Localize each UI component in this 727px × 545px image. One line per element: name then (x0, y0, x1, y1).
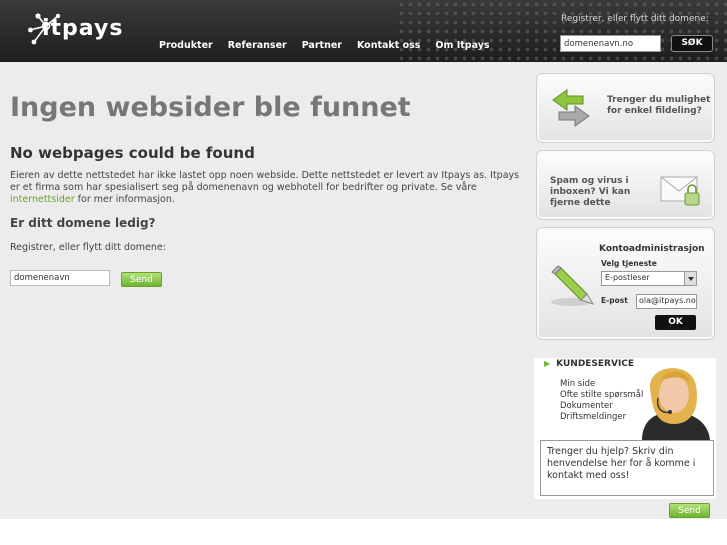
main-nav: Produkter Referanser Partner Kontakt oss… (159, 40, 490, 51)
nav-kontakt-oss[interactable]: Kontakt oss (357, 40, 420, 51)
envelope-lock-icon (660, 176, 700, 206)
chevron-down-icon[interactable] (684, 272, 696, 285)
page-title: Ingen websider ble funnet (10, 92, 411, 123)
fildeling-text: Trenger du mulighet for enkel fildeling? (607, 95, 711, 116)
account-admin-title: Kontoadministrasjon (599, 244, 705, 254)
header-search-button[interactable]: SØK (671, 35, 713, 52)
footer-strip (0, 519, 727, 545)
support-agent-image (642, 368, 710, 440)
nav-partner[interactable]: Partner (302, 40, 342, 51)
account-admin-panel: Kontoadministrasjon Velg tjeneste E-post… (536, 227, 715, 340)
domain-input[interactable] (10, 270, 110, 286)
header-domain-input[interactable] (560, 35, 661, 52)
customer-service-panel: ▶ KUNDESERVICE Min side Ofte stilte spørs… (534, 358, 716, 499)
email-label: E-post (601, 296, 628, 305)
nav-produkter[interactable]: Produkter (159, 40, 213, 51)
site-header: itpays Produkter Referanser Partner Kont… (0, 0, 727, 62)
email-field[interactable]: ola@itpays.no (636, 294, 697, 309)
register-label: Registrer, eller flytt ditt domene: (10, 242, 166, 253)
service-label: Velg tjeneste (601, 259, 657, 268)
ok-button[interactable]: OK (655, 315, 696, 330)
service-select-value: E-postleser (605, 273, 650, 282)
logo-text[interactable]: itpays (42, 16, 123, 41)
contact-textarea[interactable]: Trenger du hjelp? Skriv din henvendelse … (540, 440, 714, 496)
nav-om-itpays[interactable]: Om Itpays (435, 40, 489, 51)
header-register-label: Registrer, eller flytt ditt domene: (561, 14, 709, 24)
internettsider-link[interactable]: internettsider (10, 194, 75, 205)
info-text-after-link: for mer informasjon. (74, 194, 175, 205)
send-button[interactable]: Send (121, 272, 162, 287)
pencil-icon (551, 265, 595, 306)
arrow-right-icon: ▶ (544, 359, 551, 368)
spam-text: Spam og virus i inboxen? Vi kan fjerne d… (550, 176, 631, 208)
info-text-before-link: Eieren av dette nettstedet har ikke last… (10, 170, 520, 193)
header-dot-pattern (397, 0, 727, 62)
domain-question-heading: Er ditt domene ledig? (10, 216, 156, 230)
file-sharing-arrows-icon (552, 89, 590, 127)
nav-referanser[interactable]: Referanser (228, 40, 287, 51)
service-select[interactable]: E-postleser (601, 271, 697, 286)
main-content: Ingen websider ble funnet No webpages co… (10, 92, 530, 253)
fildeling-banner[interactable]: Trenger du mulighet for enkel fildeling? (536, 73, 715, 143)
spam-banner[interactable]: Spam og virus i inboxen? Vi kan fjerne d… (536, 150, 715, 220)
page-subtitle: No webpages could be found (10, 144, 255, 162)
customer-service-send-button[interactable]: Send (669, 503, 710, 518)
info-paragraph: Eieren av dette nettstedet har ikke last… (10, 170, 525, 206)
